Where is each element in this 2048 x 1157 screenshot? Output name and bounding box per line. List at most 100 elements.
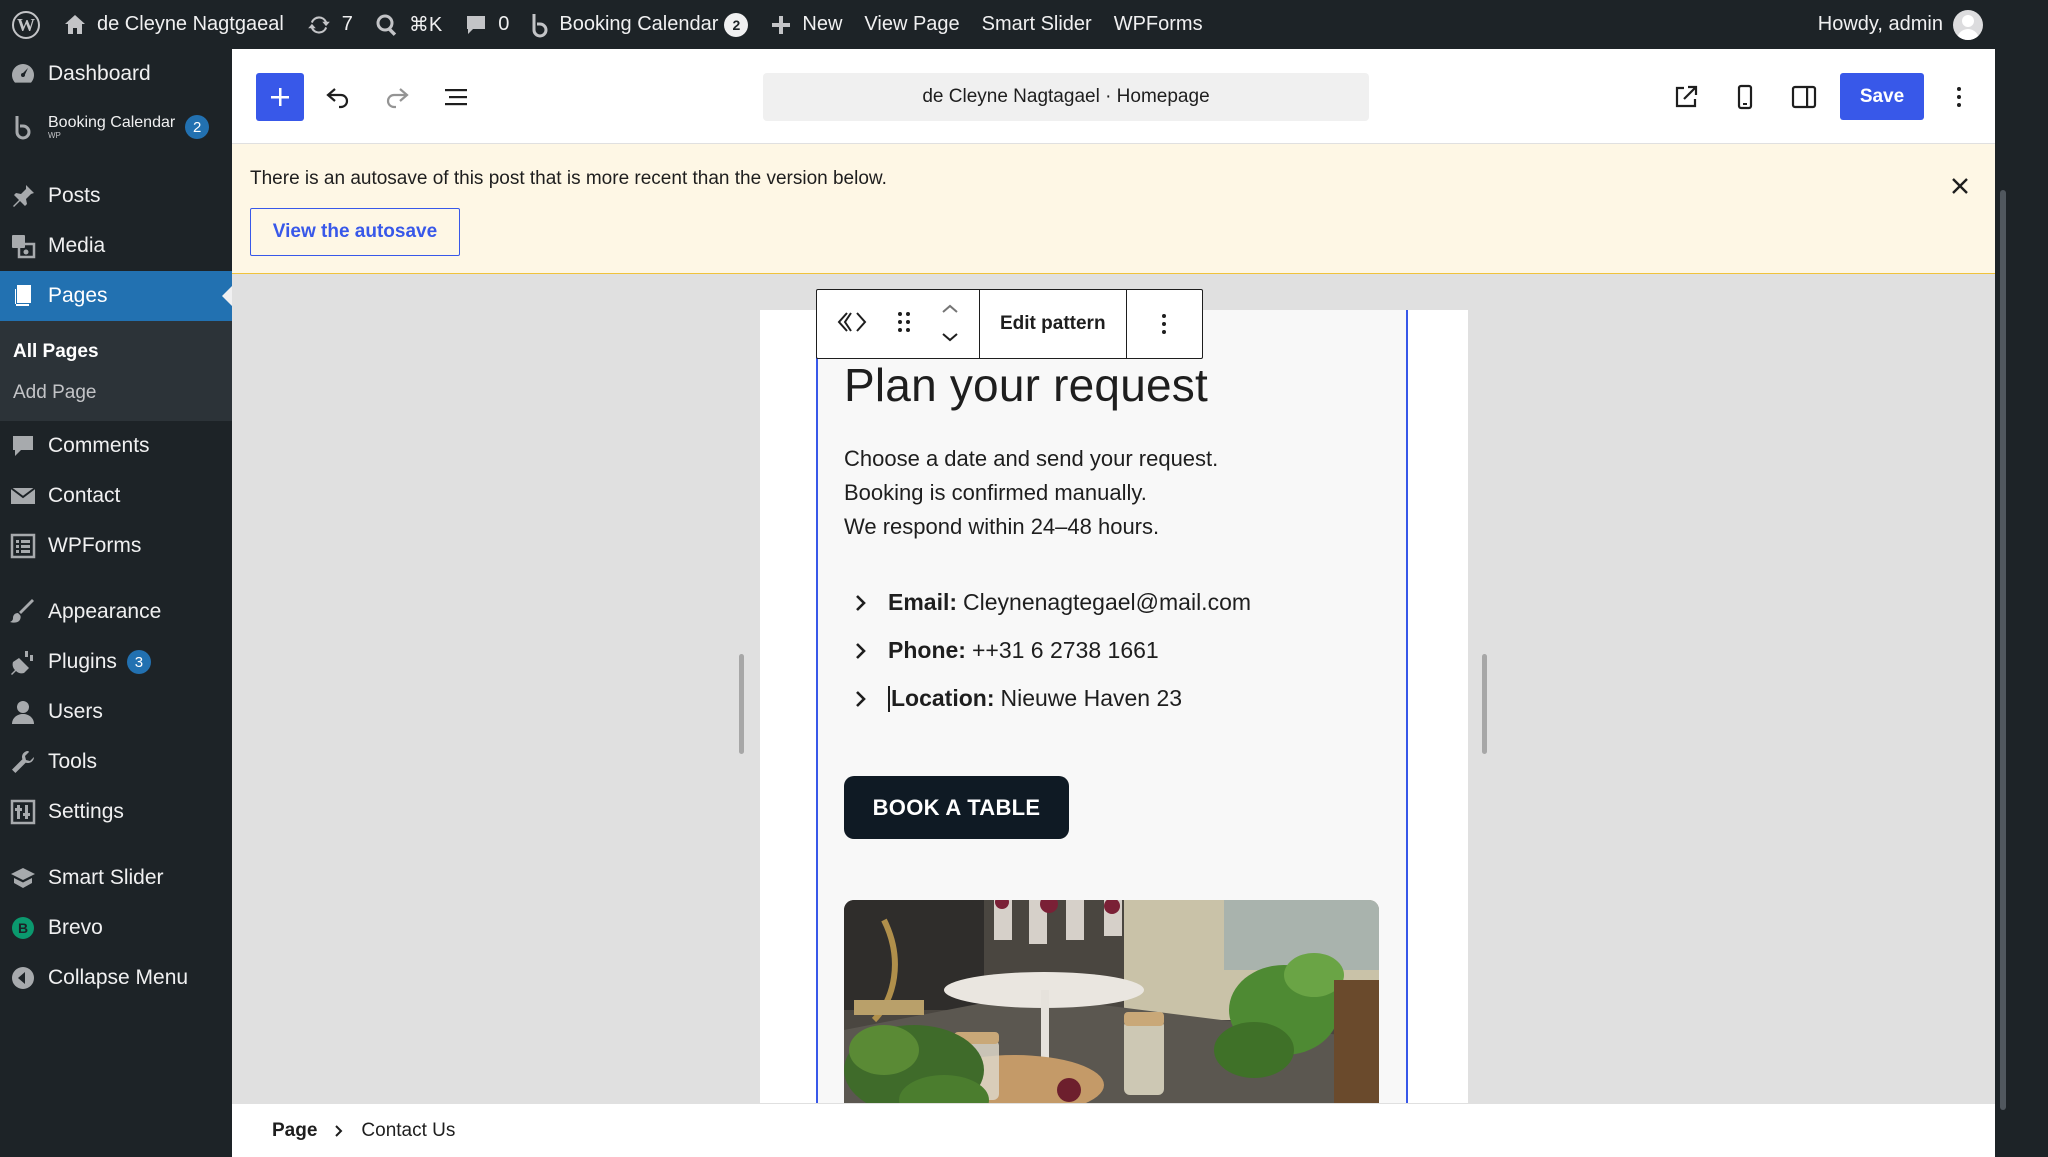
admin-sidebar: Dashboard Booking Calendar WP 2 Posts Me… bbox=[0, 49, 232, 1157]
wpforms-link[interactable]: WPForms bbox=[1103, 0, 1214, 49]
device-preview-button[interactable] bbox=[1721, 73, 1769, 121]
menu-plugins[interactable]: Plugins 3 bbox=[0, 637, 232, 687]
canvas-resize-handle-left[interactable] bbox=[739, 654, 744, 754]
booking-calendar-link[interactable]: Booking Calendar 2 bbox=[520, 0, 759, 49]
pages-submenu: All Pages Add Page bbox=[0, 321, 232, 421]
undo-button[interactable] bbox=[314, 73, 362, 121]
chevron-right-icon bbox=[333, 1124, 345, 1138]
sidebar-icon bbox=[1791, 85, 1817, 109]
command-palette-link[interactable]: ⌘K bbox=[364, 0, 453, 49]
menu-posts[interactable]: Posts bbox=[0, 171, 232, 221]
menu-settings-label: Settings bbox=[48, 800, 124, 823]
undo-icon bbox=[326, 88, 349, 109]
food-photo-image[interactable] bbox=[844, 900, 1379, 1103]
save-button[interactable]: Save bbox=[1840, 73, 1924, 120]
scrollbar-thumb[interactable] bbox=[2000, 190, 2006, 1110]
updates-count: 7 bbox=[341, 13, 353, 35]
edit-pattern-button[interactable]: Edit pattern bbox=[980, 290, 1127, 358]
new-content-link[interactable]: New bbox=[759, 0, 853, 49]
options-menu-button[interactable] bbox=[1935, 73, 1983, 121]
menu-booking-calendar-sub: WP bbox=[48, 130, 61, 140]
menu-dashboard-label: Dashboard bbox=[48, 62, 151, 85]
menu-smart-slider[interactable]: Smart Slider bbox=[0, 853, 232, 903]
redo-button[interactable] bbox=[373, 73, 421, 121]
updates-icon bbox=[307, 15, 330, 34]
document-overview-button[interactable] bbox=[432, 73, 480, 121]
site-name-link[interactable]: de Cleyne Nagtgaeal bbox=[52, 0, 295, 49]
contact-phone-item[interactable]: Phone: ++31 6 2738 1661 bbox=[850, 637, 1159, 664]
menu-wpforms[interactable]: WPForms bbox=[0, 521, 232, 571]
heading[interactable]: Plan your request bbox=[844, 358, 1208, 412]
search-shortcut: ⌘K bbox=[408, 14, 443, 36]
close-icon[interactable] bbox=[1948, 174, 1972, 198]
breadcrumb-page[interactable]: Page bbox=[272, 1120, 317, 1142]
view-page-button[interactable] bbox=[1662, 73, 1710, 121]
wrench-icon bbox=[10, 749, 36, 775]
submenu-add-page[interactable]: Add Page bbox=[0, 372, 232, 413]
email-value: Cleynenagtegael@mail.com bbox=[963, 589, 1252, 615]
block-inserter-button[interactable] bbox=[256, 73, 304, 121]
menu-appearance-label: Appearance bbox=[48, 600, 162, 623]
menu-tools[interactable]: Tools bbox=[0, 737, 232, 787]
my-account[interactable]: Howdy, admin bbox=[1818, 9, 1995, 40]
comment-icon bbox=[467, 15, 486, 34]
smart-slider-link[interactable]: Smart Slider bbox=[971, 0, 1103, 49]
pin-icon bbox=[10, 183, 36, 209]
menu-pages[interactable]: Pages bbox=[0, 271, 232, 321]
editor-canvas: Plan your request Choose a date and send… bbox=[760, 310, 1468, 1103]
media-icon bbox=[10, 233, 36, 259]
contact-email-item[interactable]: Email: Cleynenagtegael@mail.com bbox=[850, 589, 1251, 616]
menu-settings[interactable]: Settings bbox=[0, 787, 232, 837]
synced-pattern-block[interactable]: Plan your request Choose a date and send… bbox=[816, 310, 1408, 1103]
plus-icon bbox=[271, 88, 289, 106]
more-vertical-icon bbox=[1162, 314, 1167, 334]
drag-handle-icon[interactable] bbox=[896, 309, 912, 340]
updates-link[interactable]: 7 bbox=[295, 0, 364, 49]
more-vertical-icon bbox=[1957, 87, 1961, 107]
intro-line: Booking is confirmed manually. bbox=[844, 480, 1147, 505]
external-link-icon bbox=[1675, 85, 1698, 108]
document-title-bar[interactable]: de Cleyne Nagtagael · Homepage bbox=[763, 73, 1369, 121]
block-options-button[interactable] bbox=[1127, 290, 1202, 358]
block-editor: de Cleyne Nagtagael · Homepage Save Ther… bbox=[232, 49, 1995, 1157]
menu-appearance[interactable]: Appearance bbox=[0, 587, 232, 637]
submenu-all-pages[interactable]: All Pages bbox=[0, 331, 232, 372]
chevron-down-icon[interactable] bbox=[941, 329, 959, 347]
chevron-up-icon[interactable] bbox=[941, 301, 959, 319]
canvas-resize-handle-right[interactable] bbox=[1482, 654, 1487, 754]
site-name: de Cleyne Nagtgaeal bbox=[97, 13, 284, 35]
book-table-button[interactable]: BOOK A TABLE bbox=[844, 776, 1069, 839]
breadcrumb-current[interactable]: Contact Us bbox=[361, 1120, 455, 1142]
svg-text:W: W bbox=[17, 15, 35, 35]
autosave-notice: There is an autosave of this post that i… bbox=[232, 144, 1995, 274]
location-label: Location: bbox=[891, 685, 995, 711]
menu-comments[interactable]: Comments bbox=[0, 421, 232, 471]
smart-slider-icon bbox=[10, 865, 36, 891]
home-icon bbox=[65, 14, 85, 34]
booking-badge: 2 bbox=[724, 12, 749, 37]
menu-contact[interactable]: Contact bbox=[0, 471, 232, 521]
chevron-right-icon bbox=[850, 593, 870, 613]
menu-dashboard[interactable]: Dashboard bbox=[0, 49, 232, 99]
svg-text:B: B bbox=[18, 920, 28, 936]
menu-media[interactable]: Media bbox=[0, 221, 232, 271]
intro-line: We respond within 24–48 hours. bbox=[844, 514, 1160, 539]
menu-plugins-label: Plugins bbox=[48, 650, 117, 673]
comments-link[interactable]: 0 bbox=[453, 0, 520, 49]
menu-booking-calendar[interactable]: Booking Calendar WP 2 bbox=[0, 99, 232, 155]
view-page-link[interactable]: View Page bbox=[853, 0, 970, 49]
intro-paragraph[interactable]: Choose a date and send your request. Boo… bbox=[844, 442, 1218, 544]
menu-media-label: Media bbox=[48, 234, 106, 257]
menu-collapse[interactable]: Collapse Menu bbox=[0, 953, 232, 1003]
menu-separator bbox=[0, 571, 232, 587]
view-autosave-button[interactable]: View the autosave bbox=[250, 208, 460, 256]
synced-pattern-icon[interactable] bbox=[837, 307, 867, 342]
menu-brevo[interactable]: B Brevo bbox=[0, 903, 232, 953]
wordpress-logo-icon[interactable]: W bbox=[0, 0, 52, 49]
menu-smart-slider-label: Smart Slider bbox=[48, 866, 164, 889]
settings-panel-button[interactable] bbox=[1780, 73, 1828, 121]
menu-users[interactable]: Users bbox=[0, 687, 232, 737]
booking-calendar-label: Booking Calendar bbox=[559, 13, 719, 35]
contact-location-item[interactable]: Location: Nieuwe Haven 23 bbox=[850, 685, 1182, 712]
menu-users-label: Users bbox=[48, 700, 103, 723]
